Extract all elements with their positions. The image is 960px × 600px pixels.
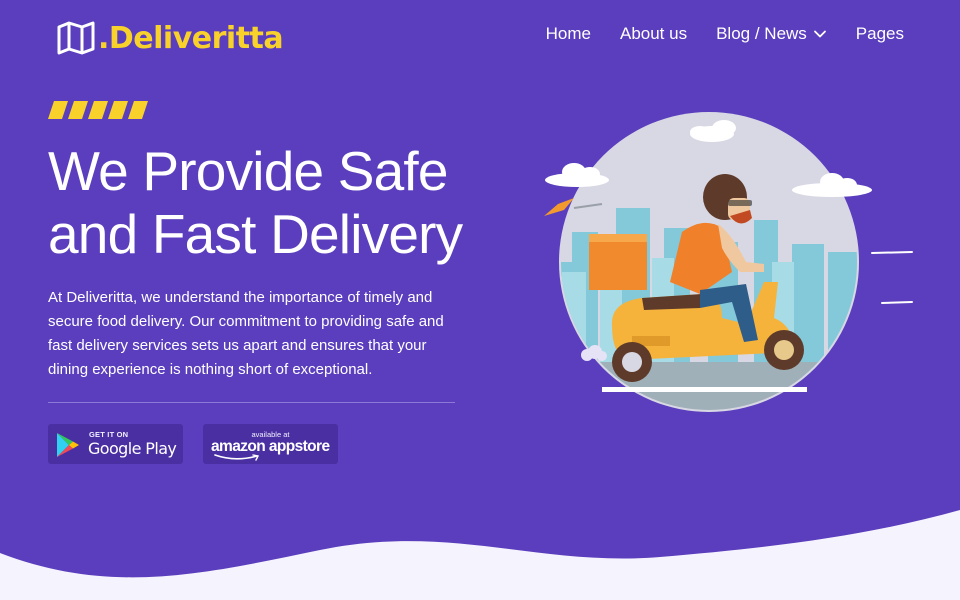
hero-title: We Provide Safe and Fast Delivery	[48, 140, 488, 266]
hero-description: At Deliveritta, we understand the import…	[48, 289, 444, 378]
google-play-big-text: Google Play	[88, 439, 177, 458]
stripes-decoration	[48, 101, 148, 119]
delivery-scooter-illustration	[544, 112, 913, 412]
logo[interactable]: .Deliveritta	[56, 18, 284, 58]
hero-title-line2: and Fast Delivery	[48, 203, 463, 265]
google-play-small-text: GET IT ON	[89, 430, 129, 439]
nav-about-label: About us	[619, 24, 688, 43]
chevron-down-icon	[813, 30, 826, 38]
nav-pages[interactable]: Pages	[856, 24, 904, 44]
hero-title-line1: We Provide Safe	[48, 140, 449, 202]
nav-pages-label: Pages	[855, 24, 904, 43]
amazon-smile-icon	[214, 454, 260, 461]
amazon-appstore-button[interactable]: available at amazon appstore	[203, 424, 338, 464]
google-play-button[interactable]: GET IT ON Google Play	[48, 424, 183, 464]
divider	[48, 402, 455, 403]
navbar: .Deliveritta Home About us Blog / News P…	[0, 0, 960, 74]
nav-blog-label: Blog / News	[716, 24, 807, 43]
main-nav: Home About us Blog / News Pages	[546, 24, 904, 44]
nav-home[interactable]: Home	[546, 24, 591, 44]
nav-home-label: Home	[545, 24, 591, 43]
nav-about-us[interactable]: About us	[620, 24, 687, 44]
map-icon	[57, 21, 95, 55]
google-play-icon	[57, 433, 79, 457]
nav-blog-news[interactable]: Blog / News	[716, 24, 827, 44]
brand-name: .Deliveritta	[98, 20, 284, 56]
wave-divider	[0, 510, 960, 600]
